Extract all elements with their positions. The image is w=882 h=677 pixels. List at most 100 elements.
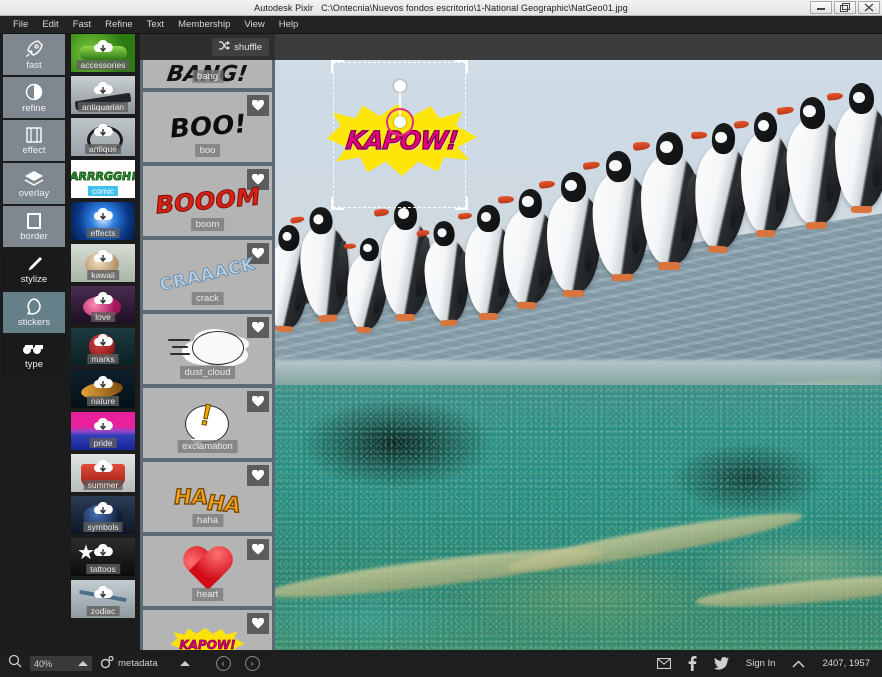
sticker-label: heart — [191, 588, 224, 601]
category-label: summer — [83, 480, 123, 490]
heart-icon[interactable] — [247, 465, 269, 486]
status-bar: 40% metadata ‹ › Sign In 2407, 1957 — [0, 650, 882, 677]
restore-icon[interactable] — [834, 1, 856, 14]
facebook-icon[interactable] — [688, 656, 697, 671]
canvas-area[interactable]: KAPOW! — [275, 34, 882, 650]
menu-item-edit[interactable]: Edit — [35, 16, 65, 34]
sticker-list-panel[interactable]: shuffle BANG! bang BOO! boo — [140, 34, 275, 650]
metadata-button[interactable]: metadata — [100, 655, 158, 672]
category-label: antiquarian — [77, 102, 129, 112]
zoom-level-selector[interactable]: 40% — [30, 656, 92, 671]
quote-icon — [23, 342, 45, 358]
heart-icon[interactable] — [247, 317, 269, 338]
sticker-items-list[interactable]: BANG! bang BOO! boo BOOOM boom — [140, 60, 275, 650]
heart-icon[interactable] — [247, 391, 269, 412]
tool-stickers[interactable]: stickers — [3, 292, 65, 333]
category-pride[interactable]: pride — [71, 412, 135, 450]
tool-type[interactable]: type — [3, 335, 65, 376]
menu-item-file[interactable]: File — [6, 16, 35, 34]
category-symbols[interactable]: symbols — [71, 496, 135, 534]
heart-icon[interactable] — [247, 539, 269, 560]
category-accessories[interactable]: accessories — [71, 34, 135, 72]
download-cloud-icon — [93, 123, 113, 144]
tool-overlay[interactable]: overlay — [3, 163, 65, 204]
app-title: Autodesk Pixlr — [254, 2, 314, 13]
selection-corner-tr[interactable] — [455, 60, 468, 73]
sticker-item-boo[interactable]: BOO! boo — [143, 92, 272, 162]
menu-item-help[interactable]: Help — [272, 16, 306, 34]
category-comic[interactable]: comic — [71, 160, 135, 198]
category-antique[interactable]: antique — [71, 118, 135, 156]
tool-rail[interactable]: fast refine effect overlay border styliz… — [0, 34, 68, 650]
sticker-item-bang[interactable]: BANG! bang — [143, 60, 272, 88]
metadata-icon — [100, 655, 114, 672]
center-handle[interactable] — [394, 116, 406, 128]
previous-icon: ‹ — [221, 659, 225, 668]
rocket-icon — [24, 39, 44, 59]
category-label: marks — [87, 354, 119, 364]
shuffle-button[interactable]: shuffle — [212, 38, 269, 56]
category-love[interactable]: love — [71, 286, 135, 324]
selection-corner-bl[interactable] — [331, 197, 344, 210]
previous-image-button[interactable]: ‹ — [215, 656, 231, 671]
sticker-item-kapow[interactable]: KAPOW! kapow — [143, 610, 272, 650]
category-marks[interactable]: marks — [71, 328, 135, 366]
sticker-art-boom: BOOOM — [153, 182, 262, 220]
tool-stylize[interactable]: stylize — [3, 249, 65, 290]
magnifier-icon[interactable] — [8, 654, 22, 673]
tool-label: overlay — [18, 187, 50, 199]
menu-bar: File Edit Fast Refine Text Membership Vi… — [0, 16, 882, 34]
sticker-category-column[interactable]: accessories antiquarian antique comic e — [68, 34, 138, 650]
menu-item-fast[interactable]: Fast — [66, 16, 98, 34]
category-nature[interactable]: nature — [71, 370, 135, 408]
sticker-selection-box[interactable]: KAPOW! — [327, 60, 477, 210]
selection-corner-tl[interactable] — [331, 60, 344, 73]
sticker-icon — [24, 297, 44, 316]
penguin — [827, 83, 882, 214]
menu-item-refine[interactable]: Refine — [98, 16, 139, 34]
adjust-icon — [24, 82, 44, 102]
pixlr-application-window: Autodesk Pixlr C:\Ontecnia\Nuevos fondos… — [0, 0, 882, 677]
tool-refine[interactable]: refine — [3, 77, 65, 118]
tool-fast[interactable]: fast — [3, 34, 65, 75]
sticker-art-dust-cloud — [167, 329, 248, 369]
menu-item-view[interactable]: View — [237, 16, 271, 34]
sticker-item-crack[interactable]: CRAAACK crack — [143, 240, 272, 310]
heart-icon[interactable] — [247, 613, 269, 634]
download-cloud-icon — [93, 417, 113, 438]
download-cloud-icon — [93, 375, 113, 396]
category-zodiac[interactable]: zodiac — [71, 580, 135, 618]
mail-icon[interactable] — [656, 658, 671, 669]
sign-in-button[interactable]: Sign In — [746, 658, 776, 669]
metadata-expand-icon[interactable] — [179, 661, 190, 666]
next-icon: › — [250, 659, 254, 668]
photo-image[interactable]: KAPOW! — [275, 60, 882, 650]
twitter-icon[interactable] — [713, 657, 729, 670]
brush-icon — [24, 255, 44, 273]
category-label: pride — [89, 438, 117, 448]
minimize-icon[interactable] — [810, 1, 832, 14]
sticker-item-heart[interactable]: heart — [143, 536, 272, 606]
sticker-item-exclamation[interactable]: ! exclamation — [143, 388, 272, 458]
next-image-button[interactable]: › — [244, 656, 260, 671]
sticker-item-haha[interactable]: HAHA haha — [143, 462, 272, 532]
tool-border[interactable]: border — [3, 206, 65, 247]
category-summer[interactable]: summer — [71, 454, 135, 492]
close-icon[interactable] — [858, 1, 880, 14]
sticker-item-boom[interactable]: BOOOM boom — [143, 166, 272, 236]
selection-corner-br[interactable] — [455, 197, 468, 210]
chevron-up-icon — [78, 661, 88, 666]
category-effects[interactable]: effects — [71, 202, 135, 240]
menu-item-membership[interactable]: Membership — [171, 16, 237, 34]
chevron-up-icon[interactable] — [792, 655, 805, 673]
category-antiquarian[interactable]: antiquarian — [71, 76, 135, 114]
category-tattoos[interactable]: tattoos — [71, 538, 135, 576]
penguin — [632, 132, 701, 270]
menu-item-text[interactable]: Text — [140, 16, 171, 34]
tool-effect[interactable]: effect — [3, 120, 65, 161]
heart-icon[interactable] — [247, 95, 269, 116]
sticker-item-dust-cloud[interactable]: dust_cloud — [143, 314, 272, 384]
rotate-handle[interactable] — [394, 80, 406, 92]
category-kawaii[interactable]: kawaii — [71, 244, 135, 282]
download-cloud-icon — [93, 501, 113, 522]
